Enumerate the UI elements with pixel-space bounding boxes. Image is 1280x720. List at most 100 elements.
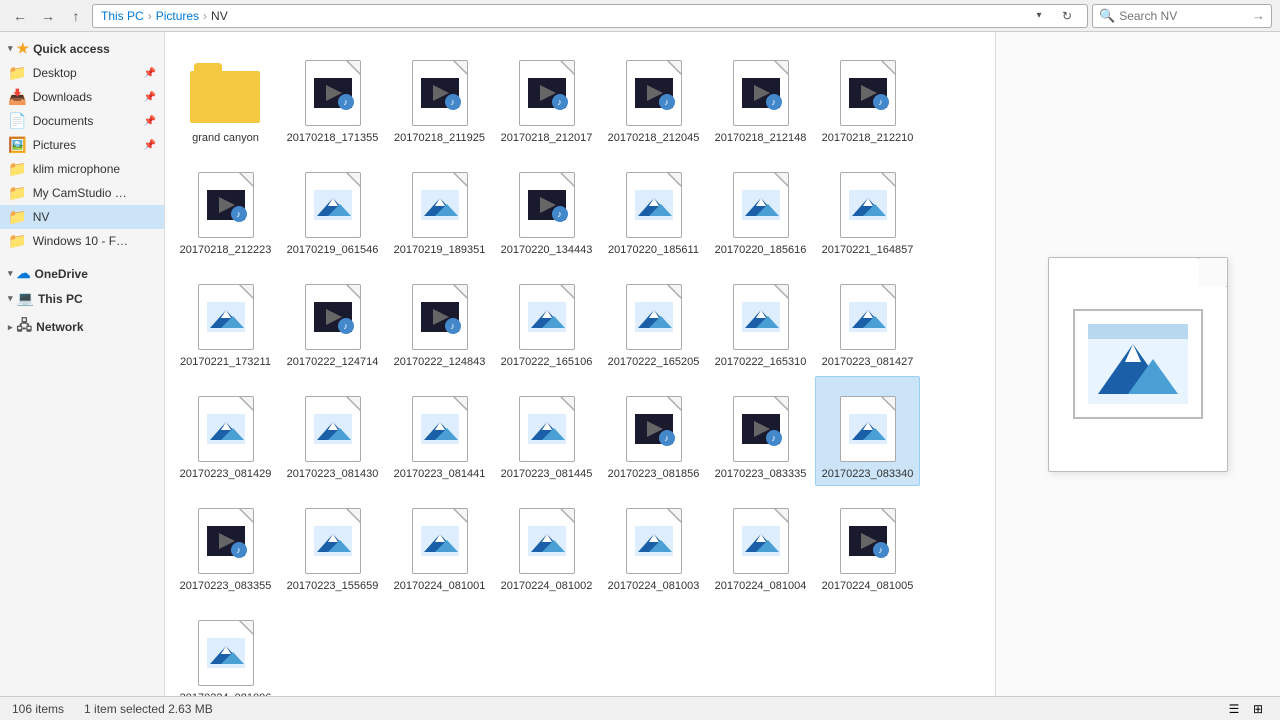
file-name: 20170223_083340 (822, 467, 914, 481)
sidebar-item-pictures[interactable]: 🖼️ Pictures 📌 (0, 133, 164, 157)
file-item[interactable]: 20170223_081445 (494, 376, 599, 486)
network-label: Network (36, 320, 83, 334)
file-icon: ♪ (832, 57, 904, 129)
sidebar-item-documents[interactable]: 📄 Documents 📌 (0, 109, 164, 133)
file-item[interactable]: 20170224_081001 (387, 488, 492, 598)
file-name: 20170218_212148 (715, 131, 807, 145)
preview-mountain-svg (1088, 324, 1188, 404)
details-view-button[interactable]: ☰ (1224, 699, 1244, 719)
network-header[interactable]: ▸ 🖧 Network (0, 311, 164, 343)
file-name: 20170222_124843 (394, 355, 486, 369)
forward-button[interactable]: → (36, 4, 60, 28)
file-item[interactable]: 20170223_081427 (815, 264, 920, 374)
file-item[interactable]: 20170222_165205 (601, 264, 706, 374)
file-item[interactable]: ♪ 20170218_212210 (815, 40, 920, 150)
search-input[interactable] (1119, 9, 1248, 23)
file-item[interactable]: 20170221_173211 (173, 264, 278, 374)
file-item[interactable]: 20170223_081429 (173, 376, 278, 486)
file-name: 20170218_212017 (501, 131, 593, 145)
preview-panel (995, 32, 1280, 696)
folder-icon (190, 63, 262, 123)
search-box[interactable]: 🔍 → (1092, 4, 1272, 28)
breadcrumb-nv: NV (211, 9, 228, 23)
large-icons-view-button[interactable]: ⊞ (1248, 699, 1268, 719)
breadcrumb-sep2: › (203, 9, 207, 23)
up-button[interactable]: ↑ (64, 4, 88, 28)
file-item[interactable]: ♪ 20170222_124843 (387, 264, 492, 374)
file-icon (832, 393, 904, 465)
sidebar-item-nv[interactable]: 📁 NV (0, 205, 164, 229)
file-name: 20170222_165205 (608, 355, 700, 369)
file-icon (404, 505, 476, 577)
pin-documents: 📌 (144, 116, 156, 127)
file-name: 20170224_081004 (715, 579, 807, 593)
quick-access-label: Quick access (33, 42, 110, 56)
file-item[interactable]: ♪ 20170218_211925 (387, 40, 492, 150)
file-item[interactable]: 20170224_081002 (494, 488, 599, 598)
file-item[interactable]: 20170219_061546 (280, 152, 385, 262)
file-item[interactable]: ♪ 20170218_171355 (280, 40, 385, 150)
file-name: 20170220_185611 (608, 243, 699, 257)
folder-icon-camstudio: 📁 (8, 184, 27, 202)
file-item[interactable]: ♪ 20170223_083355 (173, 488, 278, 598)
file-item[interactable]: grand canyon (173, 40, 278, 150)
file-icon: ♪ (404, 281, 476, 353)
file-icon (725, 505, 797, 577)
sidebar-label-nv: NV (33, 210, 50, 224)
sidebar-item-camstudio[interactable]: 📁 My CamStudio Vide (0, 181, 164, 205)
file-icon (511, 281, 583, 353)
address-dropdown-button[interactable]: ▾ (1027, 4, 1051, 28)
file-item[interactable]: ♪ 20170223_081856 (601, 376, 706, 486)
quick-access-header[interactable]: ▾ ★ Quick access (0, 36, 164, 61)
sidebar-item-downloads[interactable]: 📥 Downloads 📌 (0, 85, 164, 109)
preview-image-box (1073, 309, 1203, 419)
sidebar-item-windows10[interactable]: 📁 Windows 10 - Faste (0, 229, 164, 253)
file-item[interactable]: 20170222_165310 (708, 264, 813, 374)
address-bar[interactable]: This PC › Pictures › NV ▾ ↻ (92, 4, 1088, 28)
file-item[interactable]: ♪ 20170218_212017 (494, 40, 599, 150)
file-item[interactable]: 20170220_185616 (708, 152, 813, 262)
file-item[interactable]: 20170224_081006 (173, 600, 278, 696)
file-item[interactable]: 20170220_185611 (601, 152, 706, 262)
sidebar-label-desktop: Desktop (33, 66, 77, 80)
file-name: 20170224_081002 (501, 579, 593, 593)
thispc-header[interactable]: ▾ 💻 This PC (0, 286, 164, 311)
breadcrumb-thispc[interactable]: This PC (101, 9, 144, 23)
onedrive-header[interactable]: ▾ ☁ OneDrive (0, 261, 164, 286)
file-item[interactable]: 20170224_081003 (601, 488, 706, 598)
file-icon (297, 169, 369, 241)
file-item[interactable]: ♪ 20170218_212045 (601, 40, 706, 150)
back-button[interactable]: ← (8, 4, 32, 28)
file-name: 20170223_083355 (180, 579, 272, 593)
file-item[interactable]: 20170223_083340 (815, 376, 920, 486)
file-item[interactable]: 20170223_155659 (280, 488, 385, 598)
file-item[interactable]: ♪ 20170218_212148 (708, 40, 813, 150)
file-item[interactable]: 20170224_081004 (708, 488, 813, 598)
search-submit-icon[interactable]: → (1252, 8, 1265, 23)
file-icon: ♪ (297, 57, 369, 129)
refresh-button[interactable]: ↻ (1055, 4, 1079, 28)
file-item[interactable]: ♪ 20170222_124714 (280, 264, 385, 374)
file-item[interactable]: ♪ 20170224_081005 (815, 488, 920, 598)
sidebar-label-camstudio: My CamStudio Vide (33, 186, 133, 200)
onedrive-icon: ☁ (17, 265, 31, 282)
file-item[interactable]: 20170219_189351 (387, 152, 492, 262)
folder-icon-desktop: 📁 (8, 64, 27, 82)
file-icon (618, 281, 690, 353)
breadcrumb-pictures[interactable]: Pictures (156, 9, 199, 23)
sidebar-item-klim-microphone[interactable]: 📁 klim microphone (0, 157, 164, 181)
quick-access-icon: ★ (17, 40, 30, 57)
file-name: 20170220_134443 (501, 243, 593, 257)
file-item[interactable]: 20170221_164857 (815, 152, 920, 262)
file-item[interactable]: 20170223_081430 (280, 376, 385, 486)
file-name: 20170224_081001 (394, 579, 486, 593)
file-name: grand canyon (192, 131, 259, 145)
sidebar-item-desktop[interactable]: 📁 Desktop 📌 (0, 61, 164, 85)
file-item[interactable]: 20170222_165106 (494, 264, 599, 374)
file-name: 20170218_171355 (287, 131, 379, 145)
file-item[interactable]: ♪ 20170223_083335 (708, 376, 813, 486)
file-icon (725, 169, 797, 241)
file-item[interactable]: ♪ 20170220_134443 (494, 152, 599, 262)
file-item[interactable]: ♪ 20170218_212223 (173, 152, 278, 262)
file-item[interactable]: 20170223_081441 (387, 376, 492, 486)
